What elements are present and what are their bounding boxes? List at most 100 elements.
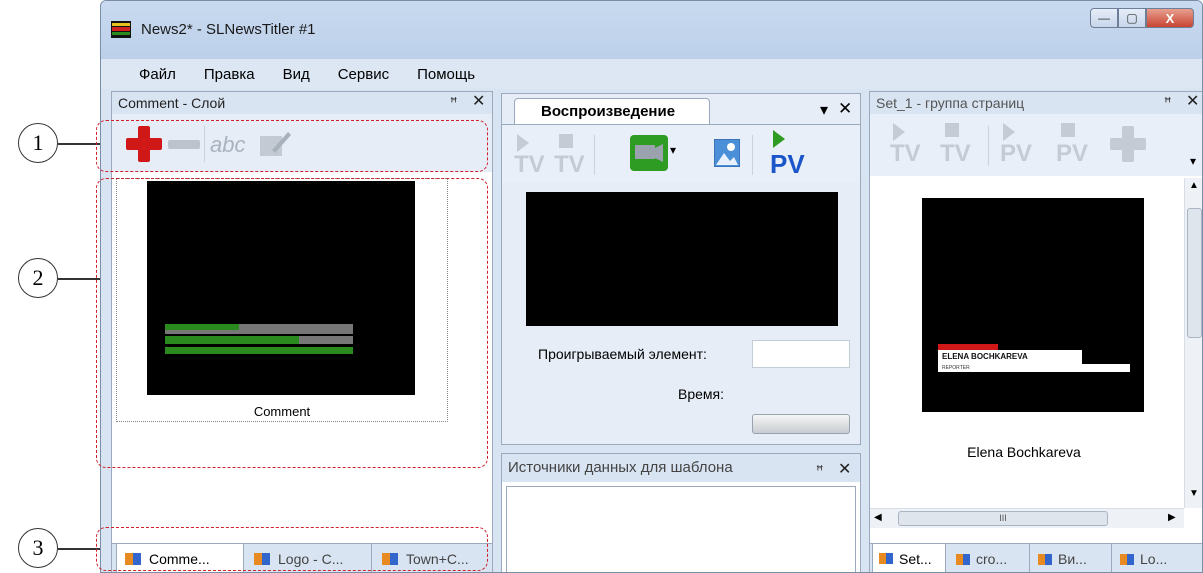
scroll-down-icon[interactable]: ▼ [1189,488,1199,499]
panel-close-icon[interactable]: ✕ [838,456,851,484]
scroll-right-icon[interactable]: ▶ [1168,512,1176,523]
toolbar-separator [988,126,989,166]
tab-cro-label: cro... [976,551,1008,567]
playback-tab-label: Воспроизведение [541,103,676,120]
layer-icon [879,553,893,564]
toolbar-separator [752,135,753,175]
stop-tv-label: TV [554,151,585,178]
page-group-toolbar: TV TV PV PV ▾ [870,114,1202,176]
page-caption: Elena Bochkareva [967,444,1081,460]
data-sources-title: Источники данных для шаблона [508,459,733,476]
data-sources-panel: Источники данных для шаблона ꟸ ✕ [501,453,861,572]
play-preview-label: PV [1000,140,1033,167]
layer-panel-title: Comment - Слой [118,95,226,111]
stop-tv-icon[interactable] [944,122,960,138]
layer-icon [956,553,970,565]
lower-third-subtitle: REPORTER [938,364,1130,372]
close-button[interactable]: X [1146,8,1194,28]
callout-region-3 [96,527,488,571]
panel-close-icon[interactable]: ✕ [1186,91,1199,113]
title-bar: News2* - SLNewsTitler #1 — ▢ X [101,1,1202,59]
callout-3: 3 [18,528,58,568]
tab-set-label: Set... [899,550,932,567]
time-progress-bar [752,414,850,434]
stop-preview-icon[interactable] [1060,122,1076,138]
play-preview-icon[interactable] [1002,122,1016,142]
scroll-thumb[interactable] [1187,208,1202,338]
layer-icon [1038,553,1052,565]
maximize-icon: ▢ [1126,11,1138,25]
play-preview-icon[interactable] [772,129,786,149]
callout-1-label: 1 [32,130,44,155]
lower-third-role: REPORTER [942,365,970,371]
add-page-icon[interactable] [1110,126,1146,162]
play-preview-label: PV [770,149,805,179]
tab-lo-label: Lo... [1140,551,1168,567]
page-preview[interactable]: ELENA BOCHKAREVA REPORTER [922,198,1144,412]
window-controls: — ▢ X [1090,8,1194,28]
page-group-tabs: Set... cro... Ви... Lo... [870,543,1202,572]
page-group-header: Set_1 - группа страниц ꟸ ✕ [870,91,1202,114]
pin-icon[interactable]: ꟸ [816,457,824,485]
tab-cro[interactable]: cro... [950,544,1030,572]
page-group-panel: Set_1 - группа страниц ꟸ ✕ TV TV PV PV ▾ [869,91,1202,572]
playback-close-icon[interactable]: ✕ [838,99,852,119]
data-sources-list [506,486,856,572]
lower-third-title: ELENA BOCHKAREVA [938,350,1082,364]
page-group-title: Set_1 - группа страниц [876,95,1025,111]
toolbar-overflow-icon[interactable]: ▾ [1190,154,1196,168]
play-tv-icon[interactable] [516,133,530,153]
playback-tab[interactable]: Воспроизведение [514,98,710,124]
callout-region-2 [96,178,488,468]
menu-edit[interactable]: Правка [190,66,269,83]
horizontal-scrollbar[interactable]: ◀ III ▶ [870,508,1184,528]
horizontal-scroll-thumb[interactable]: III [898,511,1108,526]
menu-file[interactable]: Файл [125,66,190,83]
pin-icon[interactable]: ꟸ [1164,92,1172,114]
callout-region-1 [96,120,488,172]
panel-close-icon[interactable]: ✕ [472,91,485,113]
menu-service[interactable]: Сервис [324,66,403,83]
lower-third-name: ELENA BOCHKAREVA [942,352,1028,361]
tab-set[interactable]: Set... [872,544,946,572]
menu-help[interactable]: Помощь [403,66,489,83]
playback-toolbar: TV TV ▾ PV [502,124,860,182]
time-label: Время: [678,386,725,402]
close-icon: X [1165,10,1175,26]
layer-icon [1120,553,1134,565]
menu-view[interactable]: Вид [269,66,324,83]
scroll-left-icon[interactable]: ◀ [874,512,882,523]
camera-dropdown-icon[interactable]: ▾ [670,143,676,157]
minimize-button[interactable]: — [1090,8,1118,28]
play-tv-label: TV [890,140,921,167]
playing-element-label: Проигрываемый элемент: [538,346,707,362]
stop-preview-label: PV [1056,140,1089,167]
data-sources-header: Источники данных для шаблона ꟸ ✕ [502,454,860,482]
playback-preview [526,192,838,326]
callout-2: 2 [18,258,58,298]
dropdown-icon[interactable]: ▾ [820,100,828,120]
vertical-scrollbar[interactable]: ▲ ▼ [1184,178,1202,508]
minimize-icon: — [1098,11,1110,25]
playing-element-field[interactable] [752,340,850,368]
callout-2-label: 2 [32,265,44,290]
play-tv-icon[interactable] [892,122,906,142]
stop-tv-icon[interactable] [558,133,574,149]
image-icon[interactable] [714,139,740,167]
tab-vi[interactable]: Ви... [1032,544,1112,572]
playback-panel: Воспроизведение ▾ ✕ TV TV ▾ PV Проигрыва… [501,93,861,445]
scroll-grip: III [999,513,1007,523]
menu-bar: Файл Правка Вид Сервис Помощь [101,59,1202,89]
play-tv-label: TV [514,151,545,178]
app-icon [111,21,131,38]
maximize-button[interactable]: ▢ [1118,8,1146,28]
layer-panel-header: Comment - Слой ꟸ ✕ [112,92,492,114]
scroll-up-icon[interactable]: ▲ [1189,180,1199,191]
pin-icon[interactable]: ꟸ [450,92,458,114]
stop-tv-label: TV [940,140,971,167]
tab-lo[interactable]: Lo... [1114,544,1202,572]
callout-3-label: 3 [32,535,44,560]
video-camera-icon[interactable] [630,135,668,171]
callout-1: 1 [18,123,58,163]
toolbar-separator [594,135,595,175]
